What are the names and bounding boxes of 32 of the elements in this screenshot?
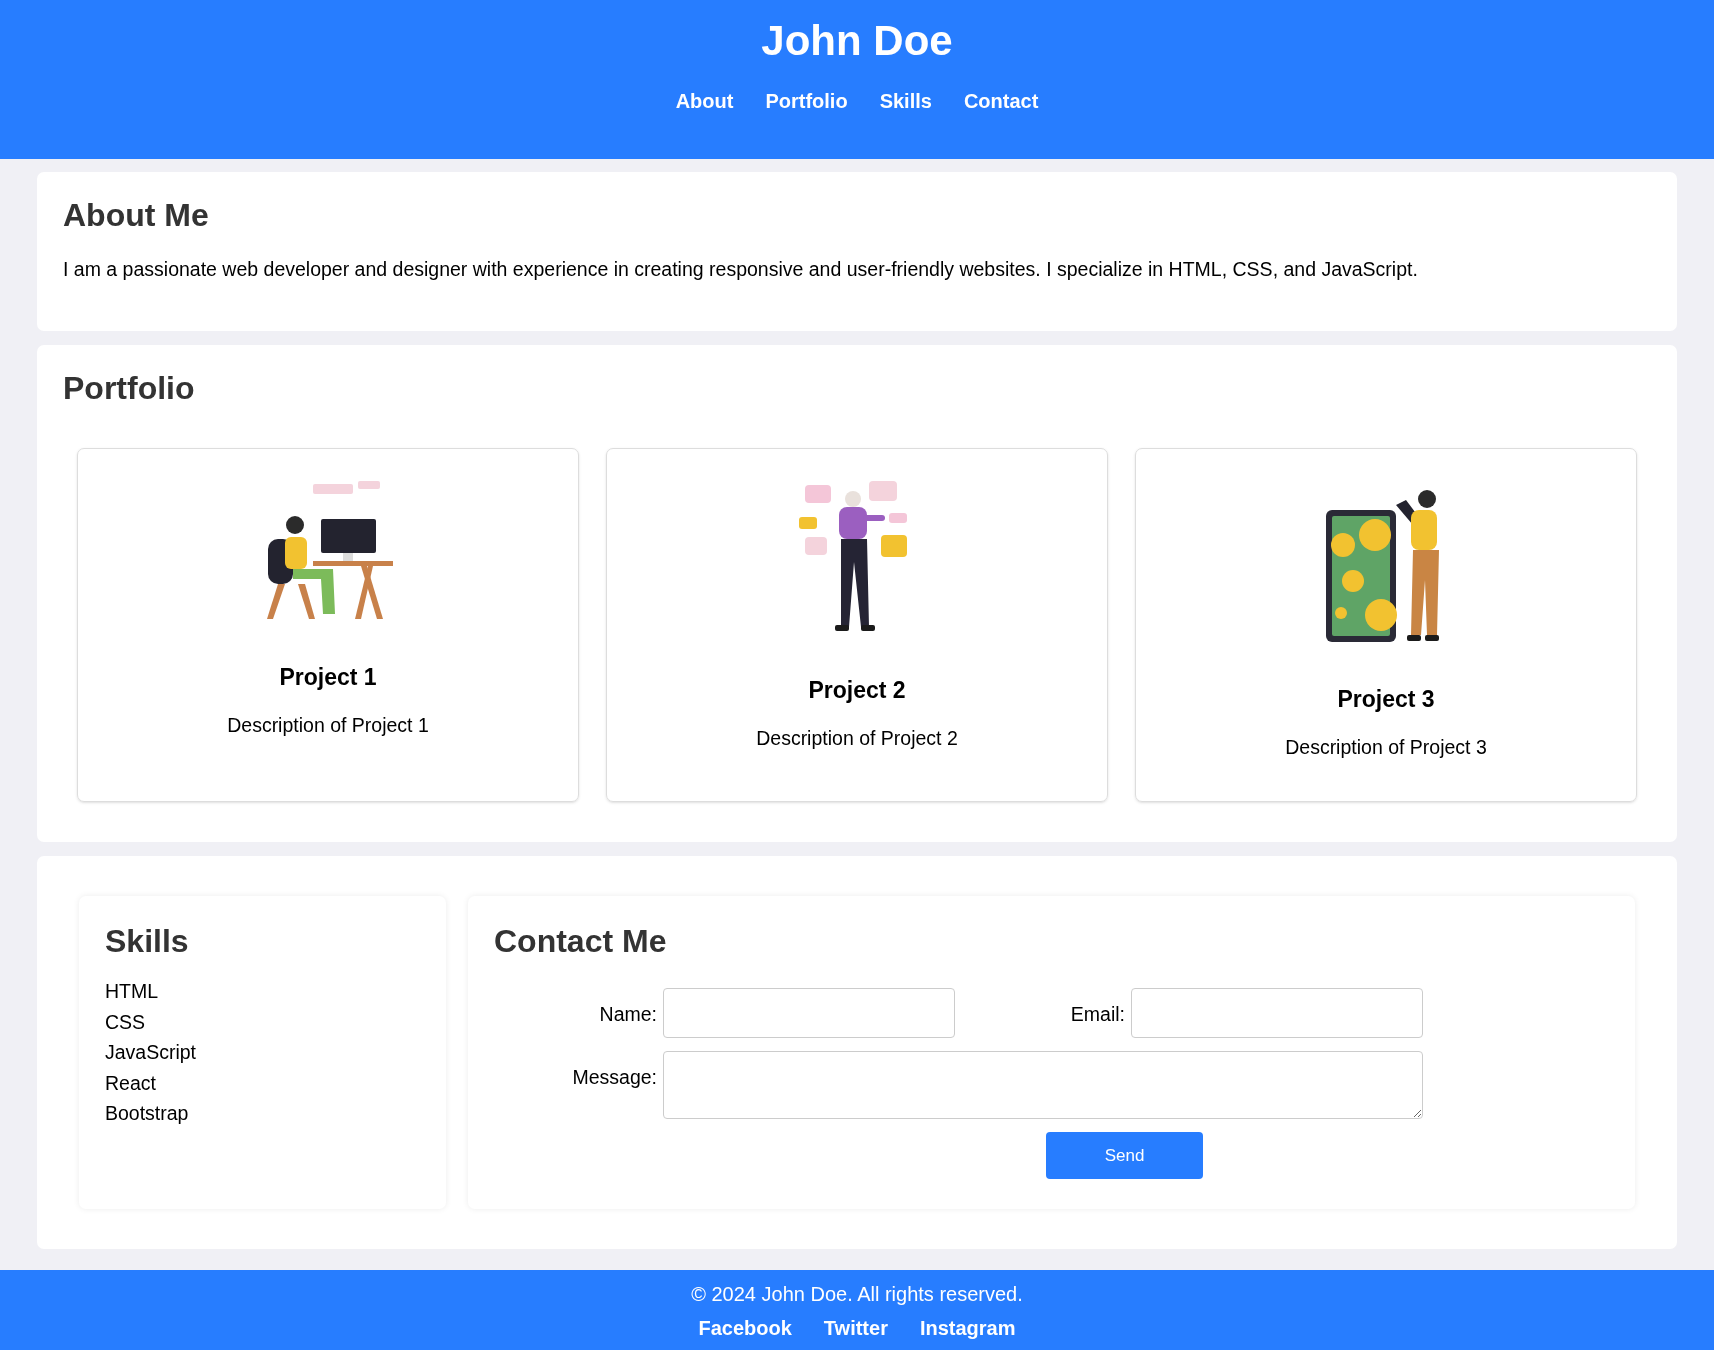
about-text: I am a passionate web developer and designer with experience in creating responsive and user-friendly websites. I specialize in HTML, CSS, and JavaScript. bbox=[63, 257, 1419, 282]
project-title: Project 3 bbox=[1337, 685, 1435, 713]
project-description: Description of Project 1 bbox=[227, 713, 429, 737]
send-button[interactable]: Send bbox=[1046, 1132, 1203, 1179]
social-link[interactable]: Facebook bbox=[698, 1316, 792, 1340]
field-label: Name: bbox=[598, 1002, 657, 1027]
skill-item: React bbox=[105, 1070, 157, 1096]
section-heading: Portfolio bbox=[63, 369, 196, 407]
project-title: Project 1 bbox=[279, 663, 377, 691]
field-label: Message: bbox=[571, 1065, 657, 1090]
section-heading: About Me bbox=[63, 196, 210, 234]
section-heading: Skills bbox=[105, 922, 190, 960]
message-input[interactable] bbox=[663, 1051, 1423, 1119]
nav-link[interactable]: About bbox=[675, 89, 734, 113]
email-input[interactable] bbox=[1131, 988, 1423, 1038]
project-title: Project 2 bbox=[808, 676, 906, 704]
skill-item: Bootstrap bbox=[105, 1101, 190, 1126]
skill-item: HTML bbox=[105, 979, 160, 1004]
social-link[interactable]: Twitter bbox=[823, 1316, 888, 1340]
project-description: Description of Project 2 bbox=[756, 726, 958, 750]
skill-item: CSS bbox=[105, 1009, 147, 1035]
field-label: Email: bbox=[1069, 1002, 1125, 1027]
site-title: John Doe bbox=[761, 16, 953, 66]
nav-link[interactable]: Contact bbox=[963, 89, 1039, 113]
social-link[interactable]: Instagram bbox=[919, 1316, 1016, 1340]
nav-link[interactable]: Portfolio bbox=[765, 89, 848, 113]
nav-link[interactable]: Skills bbox=[879, 89, 932, 113]
section-heading: Contact Me bbox=[494, 922, 668, 960]
project-description: Description of Project 3 bbox=[1285, 735, 1487, 759]
skill-item: JavaScript bbox=[105, 1040, 198, 1065]
name-input[interactable] bbox=[663, 988, 955, 1038]
copyright-text: © 2024 John Doe. All rights reserved. bbox=[691, 1282, 1023, 1306]
